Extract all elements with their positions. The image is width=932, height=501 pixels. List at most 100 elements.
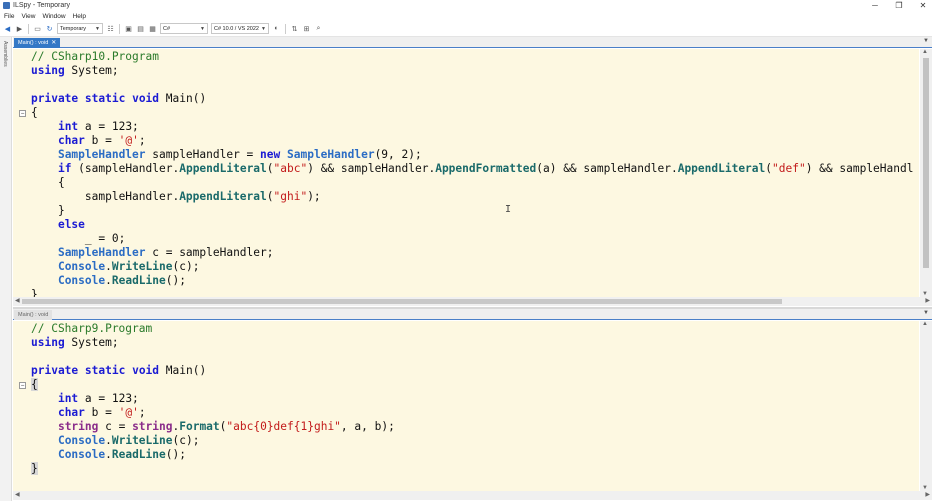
code-line: } [31,204,65,218]
title-bar: ILSpy - Temporary ─ ❐ ✕ [0,0,932,11]
forward-icon[interactable]: ▶ [15,24,24,33]
code-line: Console.WriteLine(c); [57,434,200,447]
fold-toggle-icon[interactable]: − [19,382,26,389]
code-line: SampleHandler c = sampleHandler; [31,246,274,260]
bottom-horizontal-scrollbar[interactable]: ◀ ▶ [13,491,932,500]
string-literal: "def" [772,162,806,175]
bottom-decompiler-pane: Main() : void ▼ // CSharp9.Program using… [13,309,932,501]
code-line: _ = 0; [31,232,125,246]
matched-brace: } [31,462,38,475]
search-icon[interactable]: ⌕ [314,24,323,33]
maximize-button[interactable]: ❐ [894,1,904,11]
menu-file[interactable]: File [4,13,14,20]
code-text: ); [307,190,321,203]
code-text: } [31,288,38,297]
scroll-left-icon[interactable]: ◀ [15,491,20,498]
tab-main-csharp9[interactable]: Main() : void [14,310,53,320]
code-text: c = [98,420,133,433]
code-text: a = 123; [78,120,139,133]
show-all-icon[interactable]: ▦ [148,24,157,33]
code-text: System; [64,336,119,349]
code-line: private static void Main() [31,364,206,378]
chevron-down-icon[interactable]: ▼ [923,38,929,44]
method-name: Format [179,420,220,433]
type-name: Console [57,260,106,273]
code-text: (c); [172,260,200,273]
type-name: SampleHandler [287,148,375,161]
code-text: } [57,204,65,217]
window-controls: ─ ❐ ✕ [870,0,928,11]
scroll-right-icon[interactable]: ▶ [925,491,930,498]
sort-icon[interactable]: ⇅ [290,24,299,33]
toolbar-separator [285,23,286,34]
code-line: using System; [31,64,119,78]
bottom-vertical-scrollbar[interactable]: ▲ ▼ [920,321,932,491]
chevron-down-icon[interactable]: ▼ [923,310,929,316]
method-name: ReadLine [111,274,166,287]
string-literal: "ghi" [273,190,308,203]
tab-label: Main() : void [18,312,49,318]
method-name: AppendFormatted [435,162,537,175]
assembly-list-select[interactable]: Temporary ▼ [57,23,103,34]
code-line: Console.ReadLine(); [57,448,186,461]
keyword: using [31,64,65,77]
top-horizontal-scrollbar[interactable]: ◀ ▶ [13,297,932,306]
scroll-right-icon[interactable]: ▶ [925,297,930,304]
keyword: new [260,148,281,161]
minimize-button[interactable]: ─ [870,1,880,11]
keyword: char [57,406,85,419]
load-icon[interactable]: ⊞ [302,24,311,33]
language-value: C# [163,25,171,32]
code-line: int a = 123; [31,392,139,406]
code-editor-top[interactable]: // CSharp10.Program using System; privat… [13,49,919,297]
back-icon[interactable]: ◀ [3,24,12,33]
code-editor-bottom[interactable]: // CSharp9.Program using System; private… [13,321,919,491]
keyword: private [31,92,79,105]
assemblies-side-strip[interactable]: Assemblies [0,37,12,501]
code-text: ; [138,134,146,147]
tab-main-csharp10[interactable]: Main() : void ✕ [14,38,61,48]
code-line: Console.ReadLine(); [57,274,186,287]
show-internal-icon[interactable]: ▤ [136,24,145,33]
code-line: int a = 123; [31,120,139,134]
keyword: int [57,120,79,133]
top-vertical-scrollbar[interactable]: ▲ ▼ [920,49,932,297]
close-window-button[interactable]: ✕ [918,1,928,11]
language-select[interactable]: C# ▼ [160,23,208,34]
menu-help[interactable]: Help [73,13,86,20]
window-title: ILSpy - Temporary [13,2,71,9]
reload-icon[interactable]: ↻ [45,24,54,33]
code-line: { [31,176,65,190]
fold-toggle-icon[interactable]: − [19,110,26,117]
code-text: ) && sampleHandl [805,162,914,175]
scroll-up-icon[interactable]: ▲ [922,49,928,55]
scroll-thumb[interactable] [22,299,782,304]
scroll-up-icon[interactable]: ▲ [922,321,928,327]
theme-icon[interactable]: ◐ [272,24,281,33]
code-line: if (sampleHandler.AppendLiteral("abc") &… [57,162,914,175]
manage-assemblies-icon[interactable]: ☷ [106,24,115,33]
method-name: AppendLiteral [179,190,267,203]
show-public-icon[interactable]: ▣ [124,24,133,33]
code-text: sampleHandler. [84,190,180,203]
open-icon[interactable]: ▭ [33,24,42,33]
keyword: int [57,392,79,405]
chevron-down-icon: ▼ [261,26,266,32]
method-name: WriteLine [111,434,173,447]
keyword: static [84,364,126,377]
keyword: private [31,364,79,377]
code-text: b = [84,406,119,419]
code-text: { [57,176,65,189]
code-text: (); [165,274,186,287]
code-line: } [31,288,38,297]
scroll-thumb[interactable] [923,58,929,268]
close-icon[interactable]: ✕ [51,38,56,48]
assembly-list-value: Temporary [60,25,86,32]
menu-view[interactable]: View [21,13,35,20]
code-text: (9, 2); [374,148,422,161]
scroll-left-icon[interactable]: ◀ [15,297,20,304]
keyword: void [132,364,160,377]
language-version-select[interactable]: C# 10.0 / VS 2022 ▼ [211,23,269,34]
code-line: { [31,106,38,120]
menu-window[interactable]: Window [42,13,65,20]
